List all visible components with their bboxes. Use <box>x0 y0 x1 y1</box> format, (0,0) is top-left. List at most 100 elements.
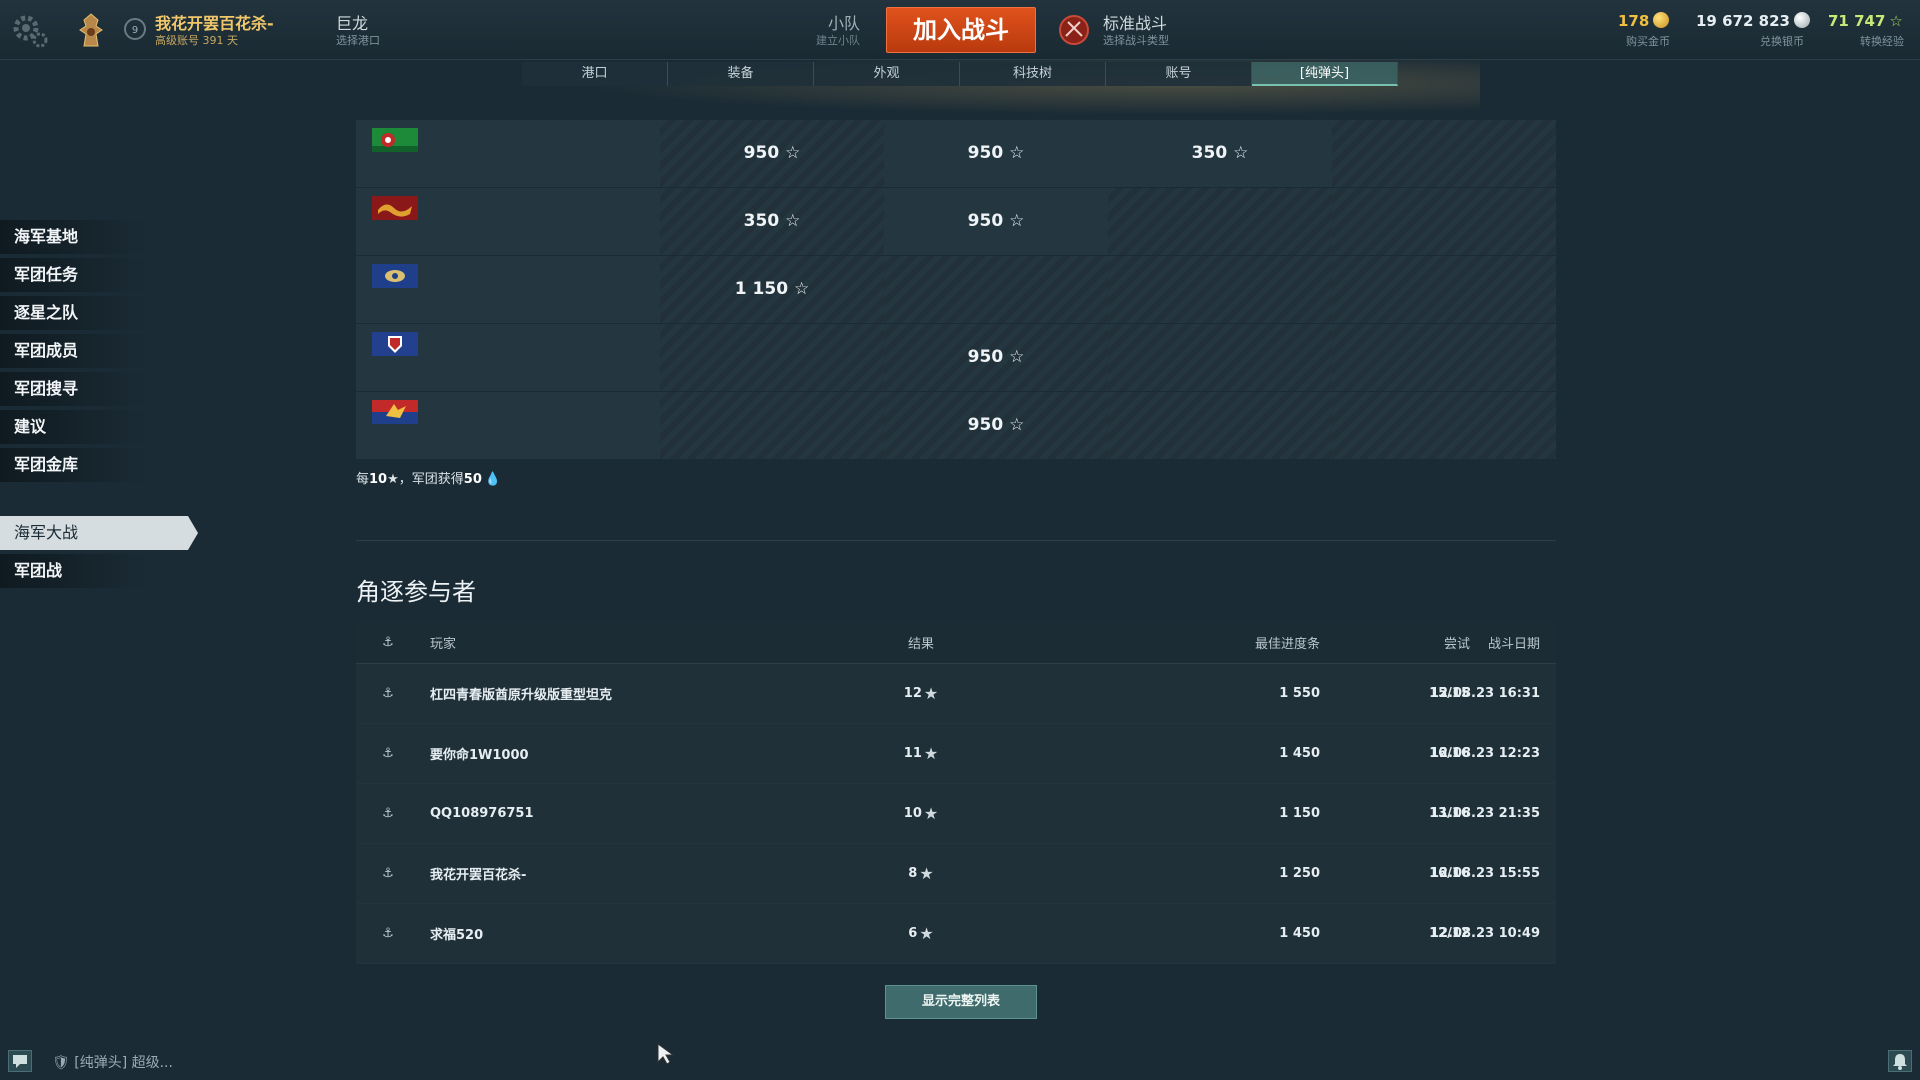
account-name[interactable]: 我花开罢百花杀- <box>155 10 274 34</box>
tab-account[interactable]: 账号 <box>1106 62 1252 86</box>
result-cell: 12 ★ <box>903 684 939 703</box>
squad-label[interactable]: 小队 <box>800 10 860 34</box>
battle-date: 12.08.23 12:23 <box>1429 746 1540 761</box>
player-name[interactable]: 求福520 <box>430 904 483 963</box>
clan-rank-emblem-icon[interactable] <box>74 12 108 50</box>
grid-cell <box>1332 324 1556 391</box>
silver-label: 兑换银币 <box>1760 35 1804 48</box>
sidebar-item-clan-battles[interactable]: 军团战 <box>0 554 150 588</box>
squad-sub: 建立小队 <box>816 34 860 47</box>
battle-mode-sub: 选择战斗类型 <box>1103 34 1169 47</box>
star-icon: ★ <box>919 864 934 883</box>
sidebar-item-clan-search[interactable]: 军团搜寻 <box>0 372 150 406</box>
grid-cell <box>1108 392 1332 459</box>
anchor-icon[interactable]: ⚓ <box>376 622 400 663</box>
table-row[interactable]: ⚓ 求福520 6 ★ 1 450 12/12 12.08.23 10:49 <box>356 904 1556 964</box>
table-row[interactable]: ⚓ QQ108976751 10 ★ 1 150 13/16 11.08.23 2… <box>356 784 1556 844</box>
col-header-result[interactable]: 结果 <box>876 622 966 663</box>
reward-value: 950 ☆ <box>743 143 801 163</box>
star-outline-icon: ☆ <box>1009 415 1025 435</box>
tab-clan[interactable]: [纯弹头] <box>1252 62 1398 86</box>
grid-cell <box>660 324 884 391</box>
sidebar-item-suggestions[interactable]: 建议 <box>0 410 150 444</box>
best-value: 1 250 <box>1279 866 1320 881</box>
battle-mode-label[interactable]: 标准战斗 <box>1103 10 1167 34</box>
reward-note-count: 10 <box>369 472 388 487</box>
tab-appearance[interactable]: 外观 <box>814 62 960 86</box>
grid-cell <box>1332 392 1556 459</box>
col-header-date[interactable]: 战斗日期 <box>1396 622 1540 663</box>
anchor-icon: ⚓ <box>382 926 394 941</box>
star-outline-icon: ☆ <box>1233 143 1249 163</box>
star-icon: ★ <box>923 804 939 823</box>
col-header-player[interactable]: 玩家 <box>430 622 456 663</box>
table-row[interactable]: ⚓ 我花开罢百花杀- 8 ★ 1 250 16/16 12.08.23 15:55 <box>356 844 1556 904</box>
reward-row: 1 150 ☆ <box>356 256 1556 324</box>
port-selector-label[interactable]: 巨龙 <box>336 10 368 34</box>
chat-preview[interactable]: 🛡 [纯弹头] 超级... <box>52 1052 173 1072</box>
settings-gear-icon[interactable] <box>10 10 50 50</box>
silver-value: 19 672 823 <box>1696 12 1790 30</box>
bell-icon <box>1893 1054 1907 1070</box>
col-header-best[interactable]: 最佳进度条 <box>1056 622 1320 663</box>
sidebar-item-naval-base[interactable]: 海军基地 <box>0 220 150 254</box>
player-name[interactable]: 要你命1W1000 <box>430 724 529 783</box>
star-outline-icon: ☆ <box>793 279 810 299</box>
anchor-icon: ⚓ <box>382 866 394 881</box>
reward-value: 950 ☆ <box>967 211 1025 231</box>
oil-drop-icon: 💧 <box>484 472 502 487</box>
free-xp-value: 71 747 <box>1828 12 1886 30</box>
participants-table: ⚓ 玩家 结果 最佳进度条 尝试 战斗日期 ⚓ 杠四青春版酋原升级版重型坦克 1… <box>356 622 1556 964</box>
reward-row: 350 ☆ 950 ☆ <box>356 188 1556 256</box>
sidebar-item-clan-treasury[interactable]: 军团金库 <box>0 448 150 482</box>
star-outline-icon: ☆ <box>1009 211 1025 231</box>
best-value: 1 450 <box>1279 746 1320 761</box>
show-full-list-button[interactable]: 显示完整列表 <box>885 985 1037 1019</box>
sidebar-item-clan-members[interactable]: 军团成员 <box>0 334 150 368</box>
clan-sidebar: 海军基地 军团任务 逐星之队 军团成员 军团搜寻 建议 军团金库 海军大战 军团… <box>0 220 200 592</box>
star-icon: ★ <box>923 684 939 703</box>
svg-text:9: 9 <box>132 25 138 36</box>
reward-note-prefix: 每 <box>356 472 370 487</box>
result-cell: 11 ★ <box>903 744 939 763</box>
player-name[interactable]: 我花开罢百花杀- <box>430 844 526 903</box>
reward-value: 950 ☆ <box>967 143 1025 163</box>
grid-cell <box>1332 120 1556 187</box>
gold-currency[interactable]: 178 <box>1618 12 1670 30</box>
sidebar-item-star-team[interactable]: 逐星之队 <box>0 296 150 330</box>
table-row[interactable]: ⚓ 要你命1W1000 11 ★ 1 450 16/16 12.08.23 12:… <box>356 724 1556 784</box>
free-xp-currency[interactable]: 71 747 ☆ <box>1828 12 1903 30</box>
reward-row: 950 ☆ <box>356 324 1556 392</box>
player-name[interactable]: QQ108976751 <box>430 784 534 843</box>
flag-green-red-icon <box>372 128 418 152</box>
flag-red-dragon-icon <box>372 196 418 220</box>
table-row[interactable]: ⚓ 杠四青春版酋原升级版重型坦克 12 ★ 1 550 15/15 12.08.2… <box>356 664 1556 724</box>
reward-row: 950 ☆ <box>356 392 1556 460</box>
sidebar-item-clan-tasks[interactable]: 军团任务 <box>0 258 150 292</box>
best-value: 1 150 <box>1279 806 1320 821</box>
tab-port[interactable]: 港口 <box>522 62 668 86</box>
tab-tech-tree[interactable]: 科技树 <box>960 62 1106 86</box>
battle-mode-icon[interactable] <box>1058 14 1090 46</box>
battle-date: 12.08.23 16:31 <box>1429 686 1540 701</box>
chat-bubble-icon <box>13 1055 27 1068</box>
clan-shield-icon: 🛡 <box>52 1055 70 1071</box>
player-name[interactable]: 杠四青春版酋原升级版重型坦克 <box>430 664 612 723</box>
silver-currency[interactable]: 19 672 823 <box>1696 12 1810 30</box>
star-icon: ★ <box>387 472 399 487</box>
chat-toggle-button[interactable] <box>8 1050 32 1072</box>
main-tabs: 港口 装备 外观 科技树 账号 [纯弹头] <box>522 62 1398 86</box>
join-battle-button[interactable]: 加入战斗 <box>886 7 1036 53</box>
tab-equipment[interactable]: 装备 <box>668 62 814 86</box>
grid-cell <box>1108 188 1332 255</box>
flag-red-blue-bird-icon <box>372 400 418 424</box>
gold-value: 178 <box>1618 12 1650 30</box>
account-type: 高级账号 <box>155 34 199 47</box>
sidebar-item-naval-battles[interactable]: 海军大战 <box>0 516 198 550</box>
notifications-button[interactable] <box>1888 1050 1912 1072</box>
account-days: 391 天 <box>202 34 239 47</box>
best-value: 1 450 <box>1279 926 1320 941</box>
star-icon: ★ <box>919 924 934 943</box>
result-cell: 6 ★ <box>908 924 934 943</box>
